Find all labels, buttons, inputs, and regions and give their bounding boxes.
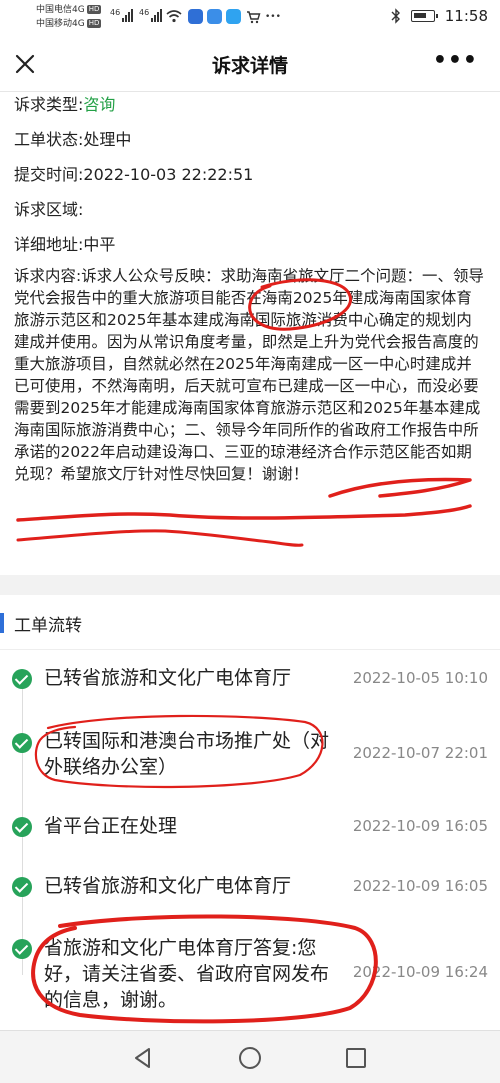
search-app-icon — [226, 9, 241, 24]
request-type-label: 诉求类型: — [14, 95, 84, 114]
request-content: 诉求内容:诉求人公众号反映：求助海南省旅文厅二个问题：一、领导党代会报告中的重大… — [14, 267, 485, 483]
network-type-2: 46 — [139, 8, 150, 17]
hd-badge: HD — [86, 5, 102, 14]
request-type: 诉求类型:咨询 — [14, 92, 486, 122]
flow-item-text: 已转省旅游和文化广电体育厅 — [44, 667, 292, 689]
flow-item-time: 2022-10-09 16:24 — [352, 963, 488, 981]
network-type-1: 46 — [110, 8, 121, 17]
status-bar: 中国电信4G HD 中国移动4G HD 46 46 ••• 11:58 — [0, 0, 500, 36]
status-right: 11:58 — [391, 7, 488, 25]
flow-item-text: 省旅游和文化广电体育厅答复:您好，请关注省委、省政府官网发布的信息，谢谢。 — [44, 937, 330, 1011]
check-circle-icon — [12, 669, 32, 689]
ticket-flow-section: 工单流转 已转省旅游和文化广电体育厅 2022-10-05 10:10 已转国际… — [0, 595, 500, 1030]
battery-icon — [410, 10, 438, 22]
more-menu-button[interactable]: ••• — [433, 48, 478, 73]
carrier-2: 中国移动4G — [36, 19, 85, 29]
flow-item-time: 2022-10-09 16:05 — [352, 817, 488, 835]
section-accent-bar — [0, 613, 4, 633]
flow-item-text: 已转国际和港澳台市场推广处（对外联络办公室） — [44, 730, 330, 778]
check-circle-icon — [12, 939, 32, 959]
app-notification-icon — [207, 9, 222, 24]
clock: 11:58 — [444, 7, 488, 25]
page-title: 诉求详情 — [211, 55, 288, 77]
section-header: 工单流转 — [0, 595, 500, 650]
ticket-state: 工单状态:处理中 — [14, 130, 132, 149]
app-notification-icon — [188, 9, 203, 24]
section-title: 工单流转 — [14, 616, 82, 636]
check-circle-icon — [12, 817, 32, 837]
hd-badge: HD — [86, 19, 102, 28]
request-region: 诉求区域: — [14, 200, 84, 219]
bluetooth-icon — [391, 8, 400, 24]
recent-apps-icon[interactable] — [346, 1048, 366, 1068]
signal-bars-icon — [151, 8, 162, 22]
request-detail-card: 诉求类型:咨询 工单状态:处理中 提交时间:2022-10-03 22:22:5… — [0, 92, 500, 575]
system-nav-bar — [0, 1030, 500, 1083]
carrier-1: 中国电信4G — [36, 5, 85, 15]
flow-item-time: 2022-10-05 10:10 — [352, 669, 488, 687]
more-notifications-icon: ••• — [265, 12, 281, 22]
flow-item-text: 省平台正在处理 — [44, 815, 178, 837]
wifi-icon — [166, 10, 182, 23]
detail-address: 详细地址:中平 — [14, 235, 116, 254]
flow-item-time: 2022-10-09 16:05 — [352, 877, 488, 895]
shopping-cart-icon — [247, 11, 261, 24]
request-type-value: 咨询 — [83, 95, 116, 114]
check-circle-icon — [12, 733, 32, 753]
flow-item-time: 2022-10-07 22:01 — [352, 744, 488, 762]
home-circle-icon[interactable] — [239, 1047, 261, 1069]
submit-time: 提交时间:2022-10-03 22:22:51 — [14, 165, 254, 184]
back-triangle-icon[interactable] — [133, 1047, 153, 1069]
check-circle-icon — [12, 877, 32, 897]
carrier-info: 中国电信4G HD 中国移动4G HD — [36, 3, 102, 31]
nav-bar: 诉求详情 ••• — [0, 36, 500, 92]
flow-item-text: 已转省旅游和文化广电体育厅 — [44, 875, 292, 897]
signal-bars-icon — [122, 8, 133, 22]
